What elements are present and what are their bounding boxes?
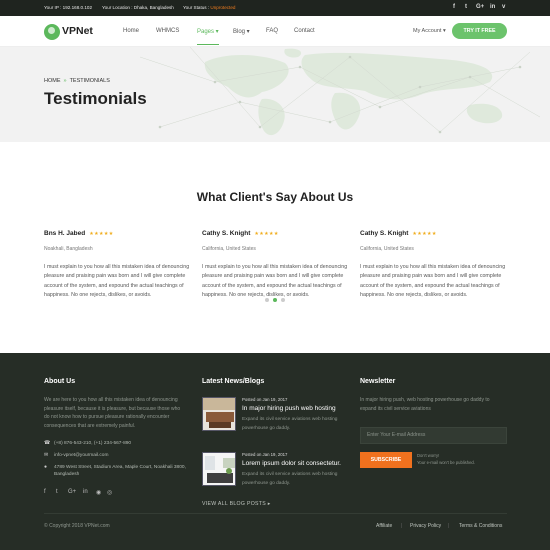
brand-name[interactable]: VPNet xyxy=(62,25,93,37)
page-title: Testimonials xyxy=(44,89,147,108)
nav-item-pages[interactable]: Pages ▾ xyxy=(197,28,219,45)
twitter-icon[interactable]: t xyxy=(56,489,58,495)
post-excerpt: Expand its civil service aviations web h… xyxy=(242,472,338,486)
rss-icon[interactable]: ◉ xyxy=(96,489,101,496)
carousel-dot[interactable] xyxy=(281,298,285,302)
client-name: Cathy S. Knight xyxy=(360,230,409,237)
star-rating-icon: ★★★★★ xyxy=(254,231,279,237)
globe-logo-icon[interactable] xyxy=(44,24,60,40)
client-location: Noakhali, Bangladesh xyxy=(44,246,93,252)
post-title[interactable]: Lorem ipsum dolor sit consectetur. xyxy=(242,460,341,467)
testimonial-text: I must explain to you how all this mista… xyxy=(202,264,348,298)
about-text: We are here to you how all this mistaken… xyxy=(44,397,181,429)
nav-item-blog[interactable]: Blog ▾ xyxy=(233,28,250,35)
client-name: Bns H. Jabed xyxy=(44,230,86,237)
top-bar: Your IP : 192.168.0.102 Your Location : … xyxy=(0,0,550,16)
post-excerpt: Expand its civil service aviations web h… xyxy=(242,417,338,431)
post-title[interactable]: In major hiring push web hosting xyxy=(242,405,336,412)
interior-photo-icon xyxy=(203,453,235,485)
newsletter-text: In major hiring push, web hosting powerh… xyxy=(360,397,490,412)
facebook-icon[interactable]: f xyxy=(453,4,455,10)
testimonial-card: Cathy S. Knight ★★★★★ California, United … xyxy=(202,222,352,300)
about-heading: About Us xyxy=(44,378,76,385)
client-location: California, United States xyxy=(360,246,414,252)
nav-item-whmcs[interactable]: WHMCS xyxy=(156,28,179,34)
star-rating-icon: ★★★★★ xyxy=(89,231,114,237)
location-pin-icon: ● xyxy=(44,464,48,470)
twitter-icon[interactable]: t xyxy=(465,4,467,10)
client-location: California, United States xyxy=(202,246,256,252)
envelope-icon: ✉ xyxy=(44,452,49,458)
footer-link-affiliate[interactable]: Affiliate xyxy=(376,523,392,529)
page-header: HOME» TESTIMONIALS Testimonials xyxy=(0,47,550,142)
location-info: Your Location : Dhaka, Bangladesh xyxy=(102,5,174,10)
post-date: Posted on Jan 19, 2017 xyxy=(242,452,288,457)
post-thumbnail[interactable] xyxy=(202,452,236,486)
google-plus-icon[interactable]: G+ xyxy=(476,4,484,10)
news-heading: Latest News/Blogs xyxy=(202,378,265,385)
newsletter-note: Don't worry! Your e-mail won't be publish… xyxy=(417,453,475,465)
carousel-dot-active[interactable] xyxy=(273,298,277,302)
newsletter-heading: Newsletter xyxy=(360,378,396,385)
testimonial-text: I must explain to you how all this mista… xyxy=(44,264,190,298)
vimeo-icon[interactable]: v xyxy=(502,4,505,10)
footer-divider xyxy=(44,513,507,514)
newsletter-email-input[interactable]: Enter Your E-mail Address xyxy=(360,427,507,444)
footer-link-terms[interactable]: Terms & Conditions xyxy=(459,523,502,529)
testimonial-card: Cathy S. Knight ★★★★★ California, United … xyxy=(360,222,510,300)
testimonials-heading: What Client's Say About Us xyxy=(196,190,354,204)
testimonial-card: Bns H. Jabed ★★★★★ Noakhali, Bangladesh I… xyxy=(44,222,194,300)
testimonial-text: I must explain to you how all this mista… xyxy=(360,264,506,298)
nav-item-faq[interactable]: FAQ xyxy=(266,28,278,34)
instagram-icon[interactable]: ◎ xyxy=(107,489,112,496)
breadcrumb-home[interactable]: HOME xyxy=(44,78,61,84)
carousel-dot[interactable] xyxy=(265,298,269,302)
star-rating-icon: ★★★★★ xyxy=(412,231,437,237)
nav-item-contact[interactable]: Contact xyxy=(294,28,315,34)
footer-link-separator: | xyxy=(401,523,403,529)
my-account-dropdown[interactable]: My Account ▾ xyxy=(413,28,446,34)
nav-item-home[interactable]: Home xyxy=(123,28,139,34)
status-value: Unprotected xyxy=(210,5,236,10)
footer: About Us We are here to you how all this… xyxy=(0,353,550,550)
ip-info: Your IP : 192.168.0.102 xyxy=(44,5,93,10)
facebook-icon[interactable]: f xyxy=(44,489,46,495)
try-it-free-button[interactable]: TRY IT FREE xyxy=(452,23,507,39)
footer-link-privacy[interactable]: Privacy Policy xyxy=(410,523,441,529)
breadcrumb: HOME» TESTIMONIALS xyxy=(44,78,110,84)
linkedin-icon[interactable]: in xyxy=(490,4,495,10)
footer-link-separator: | xyxy=(448,523,450,529)
post-thumbnail[interactable] xyxy=(202,397,236,431)
view-all-posts-link[interactable]: VIEW ALL BLOG POSTS ▸ xyxy=(202,501,271,507)
client-name: Cathy S. Knight xyxy=(202,230,251,237)
breadcrumb-separator: » xyxy=(63,78,67,84)
breadcrumb-current: TESTIMONIALS xyxy=(69,78,110,84)
phone-icon: ☎ xyxy=(44,440,51,446)
post-date: Posted on Jan 19, 2017 xyxy=(242,397,288,402)
main-navigation: VPNet Home WHMCS Pages ▾ Blog ▾ FAQ Cont… xyxy=(0,16,550,47)
copyright-text: © Copyright 2018 VPNet.com xyxy=(44,523,110,529)
subscribe-button[interactable]: SUBSCRIBE xyxy=(360,452,412,468)
linkedin-icon[interactable]: in xyxy=(83,489,88,495)
interior-photo-icon xyxy=(203,398,235,430)
status-info: Your Status : Unprotected xyxy=(183,5,236,10)
google-plus-icon[interactable]: G+ xyxy=(68,489,76,495)
